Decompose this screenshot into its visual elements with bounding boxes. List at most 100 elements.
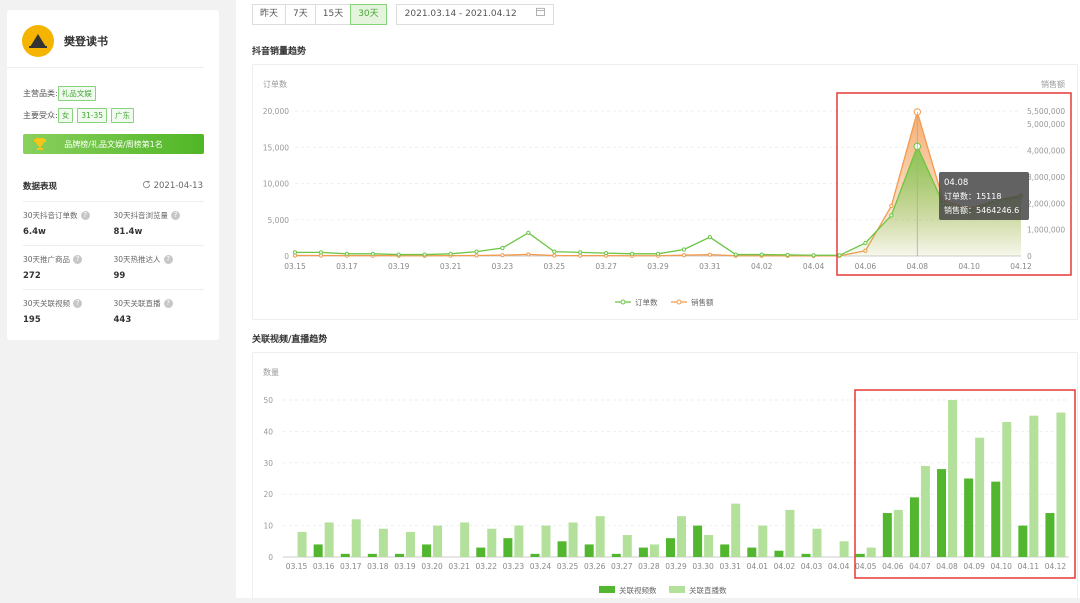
- x-tick-label: 03.31: [699, 262, 721, 271]
- y2-tick-label: 4,000,000: [1027, 147, 1065, 156]
- bar-video: [937, 469, 947, 557]
- bar-live: [433, 525, 443, 557]
- x-tick-label: 03.31: [719, 562, 741, 571]
- data-point: [655, 251, 661, 256]
- data-point: [578, 250, 583, 255]
- data-point: [500, 253, 505, 258]
- bar-live: [460, 522, 470, 557]
- help-icon[interactable]: ?: [80, 211, 90, 220]
- bar-live: [975, 437, 985, 557]
- help-icon[interactable]: ?: [171, 211, 181, 220]
- help-icon[interactable]: ?: [163, 299, 173, 308]
- data-point: [681, 253, 687, 258]
- data-point: [292, 250, 298, 255]
- sales-chart-title: 抖音销量趋势: [252, 47, 307, 57]
- bar-video: [774, 550, 784, 557]
- brand-header: 樊登读书: [7, 10, 204, 68]
- x-tick-label: 04.02: [751, 262, 773, 271]
- audience-tag-age[interactable]: 31-35: [77, 108, 107, 123]
- y2-tick-label: 2,000,000: [1027, 199, 1065, 208]
- bar-video: [476, 547, 486, 557]
- data-point: [811, 253, 816, 258]
- help-icon[interactable]: ?: [73, 299, 83, 308]
- bar-live: [541, 525, 551, 557]
- bar-live: [324, 522, 334, 557]
- bar-live: [839, 541, 849, 557]
- rank-banner-button[interactable]: 品牌榜/礼品文娱/周榜第1名: [23, 134, 204, 154]
- x-tick-label: 03.23: [503, 562, 525, 571]
- bar-video: [638, 547, 648, 557]
- y2-tick-label: 3,000,000: [1027, 173, 1065, 182]
- bar-video: [340, 553, 350, 557]
- audience-tag-gender[interactable]: 女: [57, 108, 74, 123]
- x-tick-label: 04.03: [801, 562, 823, 571]
- x-tick-label: 03.15: [286, 562, 308, 571]
- bar-live: [378, 528, 388, 557]
- bar-live: [948, 400, 958, 557]
- bar-live: [893, 509, 903, 557]
- range-7d[interactable]: 7天: [285, 4, 316, 25]
- bar-video: [964, 478, 974, 557]
- bar-video: [666, 538, 675, 557]
- video-chart-panel: 数量 0 10 20 30 40 50 03.15 03.16 03.17 03.18 03.19 03…: [252, 352, 1078, 599]
- rank-banner-text: 品牌榜/礼品文娱/周榜第1名: [64, 139, 163, 149]
- performance-title: 数据表现: [23, 182, 58, 192]
- refresh-icon[interactable]: [142, 180, 151, 192]
- stat-videos: 30天关联视频? 195: [23, 298, 114, 333]
- data-point: [552, 249, 557, 254]
- y-tick-label: 15,000: [263, 143, 289, 152]
- data-point: [500, 245, 505, 251]
- x-tick-label: 03.26: [584, 562, 606, 571]
- help-icon[interactable]: ?: [163, 255, 173, 264]
- bar-live: [1056, 412, 1066, 557]
- y-axis-label-right: 销售额: [1041, 79, 1065, 89]
- bar-live: [677, 516, 686, 557]
- x-tick-label: 03.24: [530, 562, 552, 571]
- x-tick-label: 03.27: [611, 562, 633, 571]
- data-point: [552, 253, 557, 258]
- bar-live: [704, 535, 714, 557]
- x-tick-label: 03.29: [647, 262, 669, 271]
- video-chart-title: 关联视频/直播趋势: [252, 335, 328, 345]
- x-tick-label: 03.27: [595, 262, 617, 271]
- bar-video: [1045, 513, 1055, 557]
- bar-video: [909, 497, 919, 557]
- y-tick-label: 50: [263, 396, 273, 405]
- x-tick-label: 04.10: [990, 562, 1012, 571]
- data-point: [526, 230, 531, 235]
- range-30d[interactable]: 30天: [350, 4, 387, 25]
- category-tag[interactable]: 礼品文娱: [57, 86, 96, 101]
- audience-label: 主要受众:: [23, 111, 58, 120]
- x-tick-label: 03.28: [638, 562, 660, 571]
- date-range-input[interactable]: 2021.03.14 - 2021.04.12: [395, 4, 554, 25]
- category-line: 主营品类: 礼品文娱: [7, 86, 100, 101]
- category-label: 主营品类:: [23, 89, 58, 98]
- bar-video: [720, 544, 730, 557]
- tooltip-date: 04.08: [944, 178, 968, 188]
- data-point: [837, 253, 842, 258]
- data-point: [889, 203, 894, 209]
- sales-line-chart: 订单数 销售额05,00010,00015,00020,00001,000,000…: [263, 79, 1072, 307]
- x-tick-label: 03.30: [692, 562, 714, 571]
- range-15d[interactable]: 15天: [314, 4, 352, 25]
- y-tick-label: 10: [263, 522, 273, 531]
- data-point: [448, 251, 453, 256]
- x-tick-label: 03.16: [313, 562, 335, 571]
- bar-live: [920, 465, 930, 557]
- stat-products: 30天推广商品? 272: [23, 254, 114, 289]
- bar-video: [313, 544, 323, 557]
- x-tick-label: 04.10: [958, 262, 980, 271]
- bar-live: [405, 531, 415, 557]
- range-yesterday[interactable]: 昨天: [252, 4, 287, 25]
- y-axis-label-left: 订单数: [263, 79, 287, 89]
- data-point: [707, 235, 712, 240]
- legend-swatch: [669, 586, 685, 593]
- audience-tag-region[interactable]: 广东: [111, 108, 134, 123]
- help-icon[interactable]: ?: [73, 255, 83, 264]
- legend-label: 关联视频数: [619, 585, 657, 595]
- bar-video: [801, 553, 811, 557]
- y-tick-label: 40: [263, 427, 273, 436]
- stat-orders: 30天抖音订单数? 6.4w: [23, 210, 114, 245]
- x-tick-label: 03.21: [448, 562, 470, 571]
- data-point: [863, 240, 868, 246]
